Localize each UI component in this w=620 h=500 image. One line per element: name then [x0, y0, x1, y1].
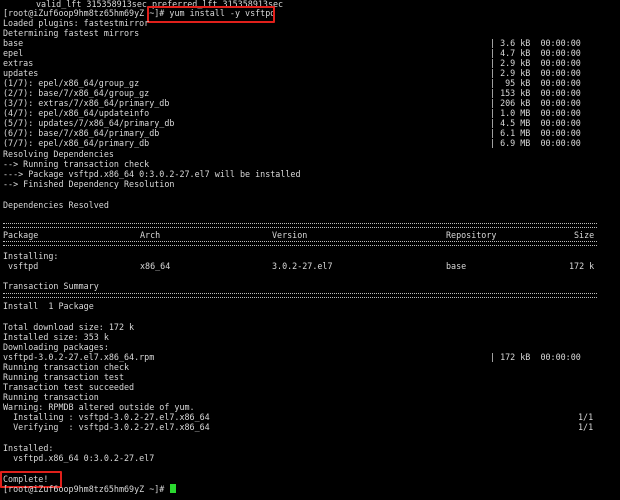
- repo-name: (4/7): epel/x86_64/updateinfo: [3, 108, 150, 118]
- repo-stats: | 153 kB 00:00:00: [490, 88, 581, 98]
- repo-stats: | 2.9 kB 00:00:00: [490, 68, 581, 78]
- determining-line: Determining fastest mirrors: [3, 28, 140, 38]
- repo-stats: | 4.5 MB 00:00:00: [490, 118, 581, 128]
- table-cell-arch: x86_64: [140, 261, 171, 271]
- repo-time: 00:00:00: [540, 88, 581, 98]
- final-prompt-line[interactable]: [root@iZuf6oop9hm8tz65hm69yZ ~]#: [3, 484, 177, 494]
- repo-time: 00:00:00: [540, 128, 581, 138]
- summary-separator: [3, 293, 597, 298]
- repo-stats: | 2.9 kB 00:00:00: [490, 58, 581, 68]
- installed-package-line: vsftpd.x86_64 0:3.0.2-27.el7: [3, 453, 155, 463]
- rpm-time: 00:00:00: [540, 352, 581, 362]
- repo-name: (3/7): extras/7/x86_64/primary_db: [3, 98, 170, 108]
- install-count-line: Install 1 Package: [3, 301, 94, 311]
- shell-prompt: [root@iZuf6oop9hm8tz65hm69yZ ~]#: [3, 484, 165, 494]
- repo-size: 2.9 kB: [500, 68, 531, 78]
- repo-stats: | 3.6 kB 00:00:00: [490, 38, 581, 48]
- repo-size: 1.0 MB: [500, 108, 531, 118]
- table-header-package: Package: [3, 230, 39, 240]
- repo-size: 153 kB: [500, 88, 531, 98]
- repo-time: 00:00:00: [540, 48, 581, 58]
- shell-prompt: [root@iZuf6oop9hm8tz65hm69yZ ~]#: [3, 8, 165, 18]
- terminal-cursor: [170, 484, 177, 493]
- table-header-version: Version: [272, 230, 308, 240]
- resolving-line: --> Running transaction check: [3, 159, 150, 169]
- repo-name: (1/7): epel/x86_64/group_gz: [3, 78, 140, 88]
- rpm-file-name: vsftpd-3.0.2-27.el7.x86_64.rpm: [3, 352, 155, 362]
- table-header-repository: Repository: [446, 230, 497, 240]
- repo-time: 00:00:00: [540, 108, 581, 118]
- rpm-stats: | 172 kB 00:00:00: [490, 352, 581, 362]
- repo-size: 2.9 kB: [500, 58, 531, 68]
- table-header-size: Size: [574, 230, 595, 240]
- resolving-line: --> Finished Dependency Resolution: [3, 179, 175, 189]
- transaction-line: Transaction test succeeded: [3, 382, 135, 392]
- repo-time: 00:00:00: [540, 98, 581, 108]
- repo-stats: | 1.0 MB 00:00:00: [490, 108, 581, 118]
- table-header-arch: Arch: [140, 230, 161, 240]
- repo-stats: | 4.7 kB 00:00:00: [490, 48, 581, 58]
- download-line: Downloading packages:: [3, 342, 109, 352]
- loaded-plugins-line: Loaded plugins: fastestmirror: [3, 18, 150, 28]
- repo-name: (7/7): epel/x86_64/primary_db: [3, 138, 150, 148]
- repo-name: (2/7): base/7/x86_64/group_gz: [3, 88, 150, 98]
- download-line: Installed size: 353 k: [3, 332, 109, 342]
- repo-size: 95 kB: [500, 78, 531, 88]
- repo-name: (6/7): base/7/x86_64/primary_db: [3, 128, 160, 138]
- installing-label: Installing:: [3, 251, 59, 261]
- transaction-line: Running transaction: [3, 392, 99, 402]
- table-separator: [3, 241, 597, 246]
- table-separator: [3, 223, 597, 228]
- table-cell-repository: base: [446, 261, 467, 271]
- repo-time: 00:00:00: [540, 138, 581, 148]
- table-cell-package: vsftpd: [8, 261, 39, 271]
- repo-time: 00:00:00: [540, 68, 581, 78]
- table-cell-size: 172 k: [569, 261, 595, 271]
- terminal-window[interactable]: valid_lft 315358913sec preferred_lft 315…: [0, 0, 620, 500]
- progress-count: 1/1: [578, 412, 594, 422]
- resolving-line: Resolving Dependencies: [3, 149, 114, 159]
- repo-name: (5/7): updates/7/x86_64/primary_db: [3, 118, 175, 128]
- repo-size: 4.7 kB: [500, 48, 531, 58]
- repo-size: 3.6 kB: [500, 38, 531, 48]
- repo-size: 4.5 MB: [500, 118, 531, 128]
- repo-size: 206 kB: [500, 98, 531, 108]
- transaction-line: Running transaction check: [3, 362, 130, 372]
- repo-stats: | 206 kB 00:00:00: [490, 98, 581, 108]
- repo-size: 6.1 MB: [500, 128, 531, 138]
- resolving-line: ---> Package vsftpd.x86_64 0:3.0.2-27.el…: [3, 169, 301, 179]
- repo-stats: | 95 kB 00:00:00: [490, 78, 581, 88]
- repo-stats: | 6.9 MB 00:00:00: [490, 138, 581, 148]
- repo-size: 6.9 MB: [500, 138, 531, 148]
- repo-name: extras: [3, 58, 34, 68]
- transaction-summary-title: Transaction Summary: [3, 281, 99, 291]
- rpm-size: 172 kB: [500, 352, 531, 362]
- progress-line: Installing : vsftpd-3.0.2-27.el7.x86_64: [3, 412, 210, 422]
- repo-time: 00:00:00: [540, 118, 581, 128]
- repo-name: base: [3, 38, 24, 48]
- progress-line: Verifying : vsftpd-3.0.2-27.el7.x86_64: [3, 422, 210, 432]
- repo-time: 00:00:00: [540, 78, 581, 88]
- table-cell-version: 3.0.2-27.el7: [272, 261, 333, 271]
- command-highlight-box: [147, 6, 275, 23]
- transaction-line: Running transaction test: [3, 372, 125, 382]
- installed-label: Installed:: [3, 443, 54, 453]
- progress-count: 1/1: [578, 422, 594, 432]
- repo-time: 00:00:00: [540, 38, 581, 48]
- repo-stats: | 6.1 MB 00:00:00: [490, 128, 581, 138]
- repo-name: epel: [3, 48, 24, 58]
- repo-time: 00:00:00: [540, 58, 581, 68]
- download-line: Total download size: 172 k: [3, 322, 135, 332]
- deps-resolved-line: Dependencies Resolved: [3, 200, 109, 210]
- repo-name: updates: [3, 68, 39, 78]
- transaction-line: Warning: RPMDB altered outside of yum.: [3, 402, 195, 412]
